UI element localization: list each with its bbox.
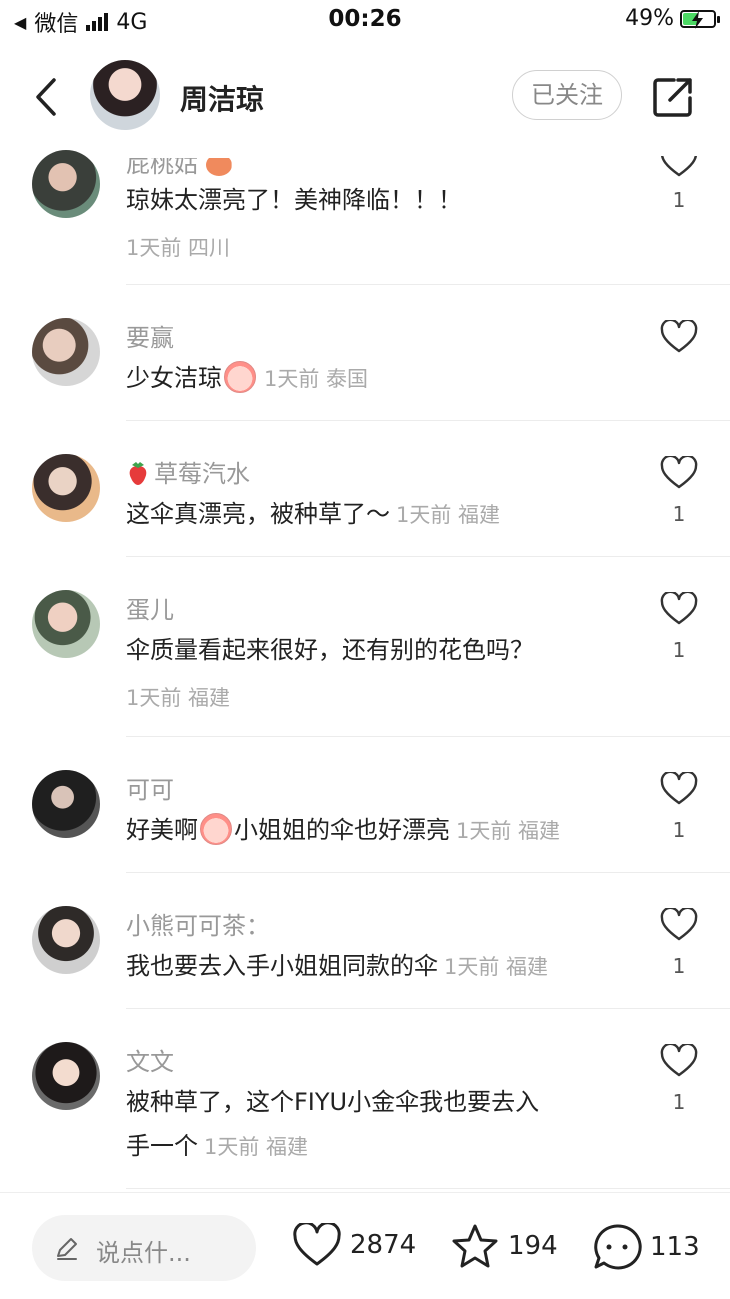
like-heart-icon[interactable] <box>660 144 698 178</box>
like-count: 1 <box>672 638 686 662</box>
battery-percent: 49% <box>625 6 674 31</box>
post-header: 周洁琼 已关注 <box>0 50 730 144</box>
like-button[interactable]: 2874 <box>292 1223 416 1267</box>
like-count: 1 <box>672 818 686 842</box>
divider <box>126 284 730 285</box>
commenter-name[interactable]: 可可 <box>126 770 174 805</box>
heart-icon <box>293 1223 341 1266</box>
commenter-avatar[interactable] <box>32 1042 100 1110</box>
commenter-name[interactable]: 屁桃姑 <box>126 158 232 179</box>
like-heart-icon[interactable] <box>660 908 698 942</box>
commenter-avatar[interactable] <box>32 770 100 838</box>
comment-item: 屁桃姑 琼妹太漂亮了！美神降临！！！ 1天前 四川 1 <box>0 144 730 286</box>
like-heart-icon[interactable] <box>660 320 698 354</box>
divider <box>126 556 730 557</box>
like-count: 1 <box>672 1090 686 1114</box>
favorite-button[interactable]: 194 <box>450 1223 558 1269</box>
commenter-avatar[interactable] <box>32 150 100 218</box>
star-icon <box>452 1224 498 1268</box>
comment-total: 113 <box>650 1232 700 1262</box>
back-arrow-icon[interactable] <box>26 74 66 120</box>
commenter-avatar[interactable] <box>32 590 100 658</box>
divider <box>126 1008 730 1009</box>
commenter-name[interactable]: 文文 <box>126 1042 174 1077</box>
share-icon[interactable] <box>652 76 694 118</box>
crying-face-emoji-icon <box>200 813 232 845</box>
divider <box>126 736 730 737</box>
comment-item: 文文 被种草了，这个FIYU小金伞我也要去入 手一个 1天前 福建 1 <box>0 1010 730 1190</box>
comment-placeholder: 说点什... <box>96 1239 191 1267</box>
comment-item: 可可 好美啊 小姐姐的伞也好漂亮 1天前 福建 1 <box>0 738 730 874</box>
commenter-name[interactable]: 蛋儿 <box>126 590 174 625</box>
comment-input[interactable]: 说点什... <box>32 1215 256 1281</box>
shy-face-emoji-icon <box>224 361 256 393</box>
like-heart-icon[interactable] <box>660 592 698 626</box>
like-count: 1 <box>672 502 686 526</box>
peach-emoji-icon <box>205 158 232 176</box>
like-heart-icon[interactable] <box>660 456 698 490</box>
comment-text-continued: 手一个 1天前 福建 <box>126 1132 309 1160</box>
pencil-icon <box>57 1238 77 1260</box>
comment-text: 这伞真漂亮，被种草了～ 1天前 福建 <box>126 500 501 528</box>
divider <box>126 1188 730 1189</box>
comment-item: 要赢 少女洁琼 1天前 泰国 <box>0 286 730 422</box>
divider <box>126 872 730 873</box>
author-name[interactable]: 周洁琼 <box>180 78 264 118</box>
clock: 00:26 <box>328 6 402 32</box>
commenter-name[interactable]: 草莓汽水 <box>126 454 250 489</box>
comment-text: 少女洁琼 1天前 泰国 <box>126 356 368 401</box>
like-count: 1 <box>672 188 686 212</box>
follow-button[interactable]: 已关注 <box>512 70 622 120</box>
like-count: 1 <box>672 954 686 978</box>
status-bar: ◀ 微信 4G 00:26 49% <box>0 0 730 40</box>
divider <box>126 420 730 421</box>
strawberry-emoji-icon <box>129 462 147 485</box>
charging-bolt-icon <box>692 10 703 29</box>
commenter-avatar[interactable] <box>32 454 100 522</box>
author-avatar[interactable] <box>90 60 160 130</box>
comment-text: 被种草了，这个FIYU小金伞我也要去入 <box>126 1088 540 1116</box>
like-total: 2874 <box>350 1230 417 1260</box>
commenter-avatar[interactable] <box>32 318 100 386</box>
comment-button[interactable]: 113 <box>592 1223 700 1271</box>
comment-text: 琼妹太漂亮了！美神降临！！！ <box>126 186 462 214</box>
bottom-action-bar: 说点什... 2874 194 113 <box>0 1192 730 1299</box>
comment-text: 好美啊 小姐姐的伞也好漂亮 1天前 福建 <box>126 808 560 853</box>
like-heart-icon[interactable] <box>660 772 698 806</box>
comment-item: 小熊可可茶： 我也要去入手小姐姐同款的伞 1天前 福建 1 <box>0 874 730 1010</box>
comment-text: 我也要去入手小姐姐同款的伞 1天前 福建 <box>126 952 549 980</box>
speech-bubble-icon <box>594 1224 642 1270</box>
comment-item: 草莓汽水 这伞真漂亮，被种草了～ 1天前 福建 1 <box>0 422 730 558</box>
commenter-name[interactable]: 小熊可可茶： <box>126 906 270 941</box>
favorite-total: 194 <box>508 1231 558 1261</box>
battery-icon <box>680 9 720 29</box>
comment-text: 伞质量看起来很好，还有别的花色吗？ <box>126 636 534 664</box>
commenter-name[interactable]: 要赢 <box>126 318 174 353</box>
comment-meta: 1天前 四川 <box>126 236 231 260</box>
comment-meta: 1天前 福建 <box>126 686 231 710</box>
commenter-avatar[interactable] <box>32 906 100 974</box>
comment-item: 蛋儿 伞质量看起来很好，还有别的花色吗？ 1天前 福建 1 <box>0 558 730 738</box>
like-heart-icon[interactable] <box>660 1044 698 1078</box>
status-right: 49% <box>625 6 720 31</box>
